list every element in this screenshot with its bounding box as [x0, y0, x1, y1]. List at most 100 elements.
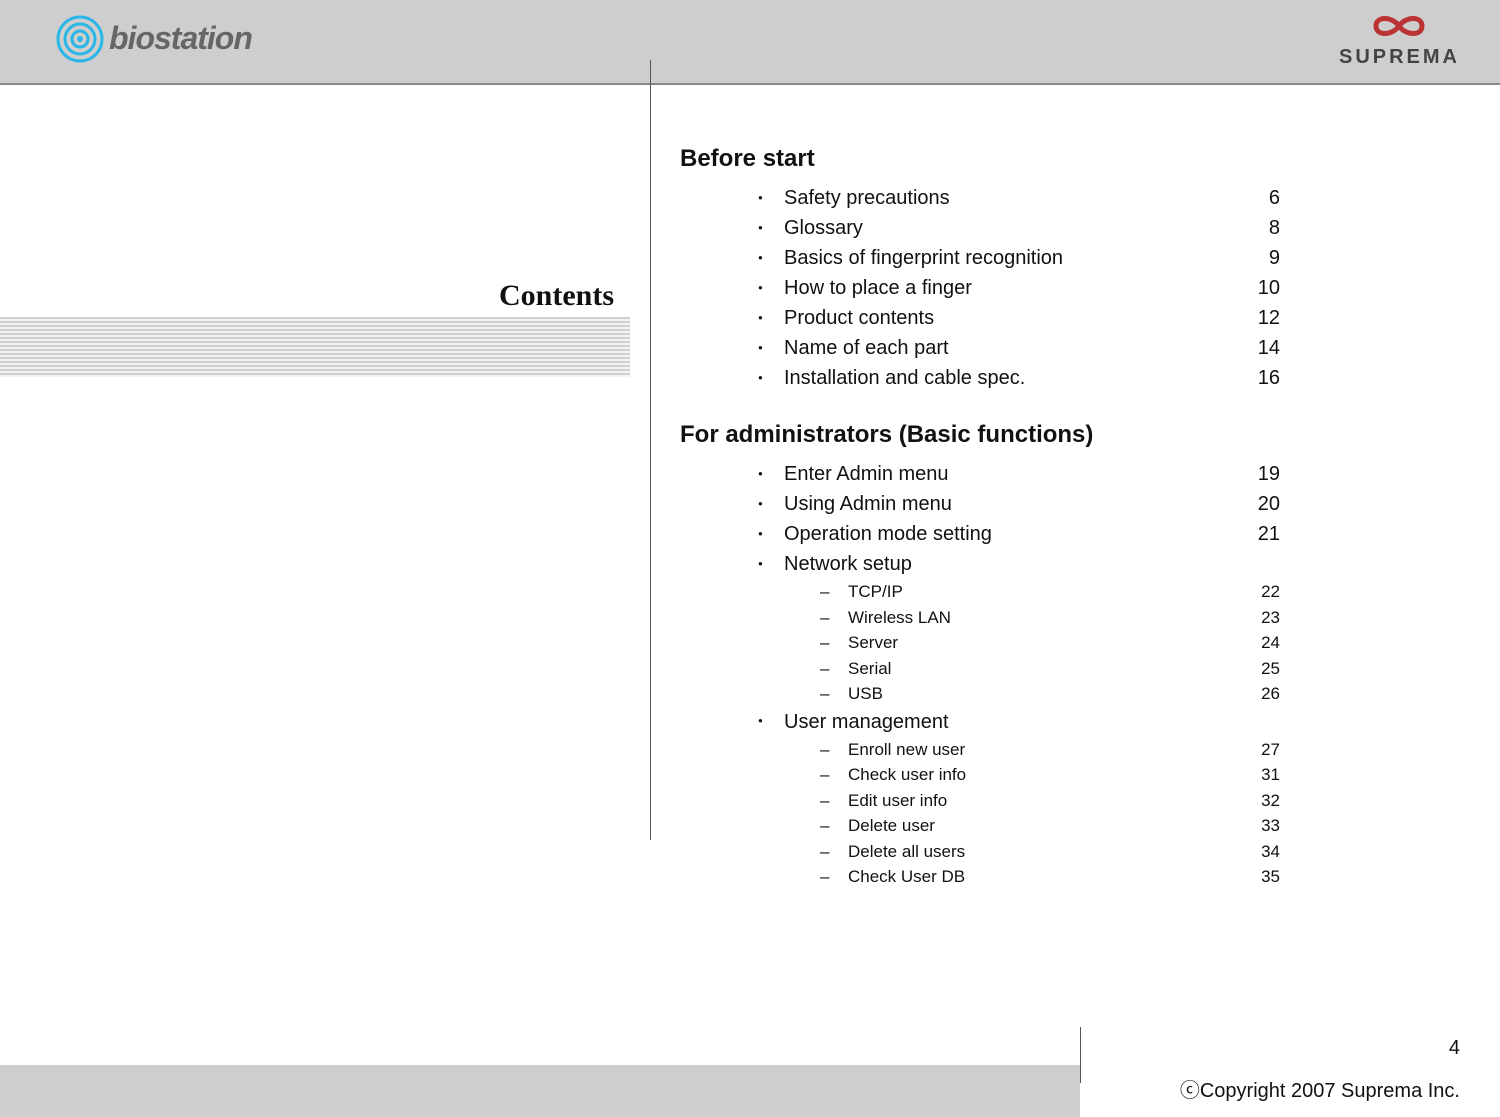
- biostation-logo-text: biostation: [109, 20, 252, 57]
- toc-section-before-start: Before start Safety precautions6 Glossar…: [680, 145, 1280, 393]
- contents-heading-block: Contents: [0, 317, 630, 377]
- toc-page: 19: [1244, 459, 1280, 489]
- page-number: 4: [1449, 1037, 1460, 1060]
- toc-label: Operation mode setting: [784, 519, 1244, 549]
- suprema-logo: SUPREMA: [1339, 8, 1460, 69]
- toc-label: User management: [784, 707, 1244, 737]
- toc-item: Installation and cable spec.16: [680, 363, 1280, 393]
- toc-sublabel: Check User DB: [848, 864, 1244, 890]
- bullet-icon: [758, 185, 784, 215]
- toc-item: Using Admin menu20: [680, 489, 1280, 519]
- dash-icon: [820, 656, 848, 682]
- bullet-icon: [758, 215, 784, 245]
- toc-item: How to place a finger10: [680, 273, 1280, 303]
- toc-subitem: Edit user info32: [680, 788, 1280, 814]
- toc-column: Before start Safety precautions6 Glossar…: [630, 145, 1340, 1005]
- page-footer: 4 ⓒCopyright 2007 Suprema Inc.: [0, 1065, 1500, 1117]
- bullet-icon: [758, 305, 784, 335]
- copyright-text: ⓒCopyright 2007 Suprema Inc.: [1180, 1074, 1460, 1103]
- toc-sublabel: Delete user: [848, 813, 1244, 839]
- toc-page: 10: [1244, 273, 1280, 303]
- dash-icon: [820, 788, 848, 814]
- dash-icon: [820, 839, 848, 865]
- toc-page: 6: [1244, 183, 1280, 213]
- toc-sublabel: Serial: [848, 656, 1244, 682]
- biostation-logo: biostation: [55, 14, 252, 64]
- toc-subitem: USB26: [680, 681, 1280, 707]
- toc-subitem: Check User DB35: [680, 864, 1280, 890]
- page-header: biostation SUPREMA: [0, 0, 1500, 85]
- contents-title: Contents: [499, 279, 614, 313]
- dash-icon: [820, 864, 848, 890]
- toc-item: Basics of fingerprint recognition9: [680, 243, 1280, 273]
- toc-item: Safety precautions6: [680, 183, 1280, 213]
- bullet-icon: [758, 461, 784, 491]
- toc-sublabel: USB: [848, 681, 1244, 707]
- toc-subpage: 23: [1244, 605, 1280, 631]
- decorative-stripes: [0, 317, 630, 377]
- bullet-icon: [758, 245, 784, 275]
- bullet-icon: [758, 275, 784, 305]
- toc-sublabel: Delete all users: [848, 839, 1244, 865]
- left-column: Contents: [0, 145, 630, 1005]
- toc-subitem: Enroll new user27: [680, 737, 1280, 763]
- toc-subitem: Check user info31: [680, 762, 1280, 788]
- dash-icon: [820, 737, 848, 763]
- toc-page: 21: [1244, 519, 1280, 549]
- toc-label: Enter Admin menu: [784, 459, 1244, 489]
- toc-subpage: 25: [1244, 656, 1280, 682]
- toc-item: Name of each part14: [680, 333, 1280, 363]
- bullet-icon: [758, 365, 784, 395]
- toc-page: 8: [1244, 213, 1280, 243]
- toc-subpage: 33: [1244, 813, 1280, 839]
- toc-subitem: TCP/IP22: [680, 579, 1280, 605]
- toc-sublabel: Wireless LAN: [848, 605, 1244, 631]
- biostation-swirl-icon: [55, 14, 105, 64]
- suprema-logo-text: SUPREMA: [1339, 46, 1460, 69]
- suprema-infinity-icon: [1364, 8, 1434, 44]
- toc-sublist: TCP/IP22 Wireless LAN23 Server24 Serial2…: [680, 579, 1280, 707]
- toc-subitem: Delete all users34: [680, 839, 1280, 865]
- toc-subitem: Server24: [680, 630, 1280, 656]
- toc-sublabel: Enroll new user: [848, 737, 1244, 763]
- toc-sublist: Enroll new user27 Check user info31 Edit…: [680, 737, 1280, 890]
- bullet-icon: [758, 709, 784, 739]
- toc-subpage: 27: [1244, 737, 1280, 763]
- toc-subpage: 31: [1244, 762, 1280, 788]
- toc-sublabel: TCP/IP: [848, 579, 1244, 605]
- footer-divider: [1080, 1027, 1081, 1083]
- footer-bar: [0, 1065, 1080, 1117]
- toc-sublabel: Edit user info: [848, 788, 1244, 814]
- toc-label: Product contents: [784, 303, 1244, 333]
- toc-page: 14: [1244, 333, 1280, 363]
- toc-subpage: 22: [1244, 579, 1280, 605]
- toc-subpage: 32: [1244, 788, 1280, 814]
- bullet-icon: [758, 551, 784, 581]
- toc-label: How to place a finger: [784, 273, 1244, 303]
- section-title: For administrators (Basic functions): [680, 421, 1280, 449]
- toc-page: 20: [1244, 489, 1280, 519]
- toc-label: Basics of fingerprint recognition: [784, 243, 1244, 273]
- toc-page: 9: [1244, 243, 1280, 273]
- dash-icon: [820, 630, 848, 656]
- dash-icon: [820, 579, 848, 605]
- toc-label: Using Admin menu: [784, 489, 1244, 519]
- toc-item: Operation mode setting21: [680, 519, 1280, 549]
- toc-subitem: Serial25: [680, 656, 1280, 682]
- toc-subpage: 35: [1244, 864, 1280, 890]
- toc-sublabel: Check user info: [848, 762, 1244, 788]
- toc-subitem: Wireless LAN23: [680, 605, 1280, 631]
- toc-subitem: Delete user33: [680, 813, 1280, 839]
- toc-label: Name of each part: [784, 333, 1244, 363]
- dash-icon: [820, 813, 848, 839]
- toc-sublabel: Server: [848, 630, 1244, 656]
- toc-item: Product contents12: [680, 303, 1280, 333]
- toc-subpage: 34: [1244, 839, 1280, 865]
- toc-subpage: 26: [1244, 681, 1280, 707]
- toc-label: Glossary: [784, 213, 1244, 243]
- toc-page: 16: [1244, 363, 1280, 393]
- section-title: Before start: [680, 145, 1280, 173]
- toc-label: Network setup: [784, 549, 1244, 579]
- toc-item: Glossary8: [680, 213, 1280, 243]
- toc-list: Enter Admin menu19 Using Admin menu20 Op…: [680, 459, 1280, 890]
